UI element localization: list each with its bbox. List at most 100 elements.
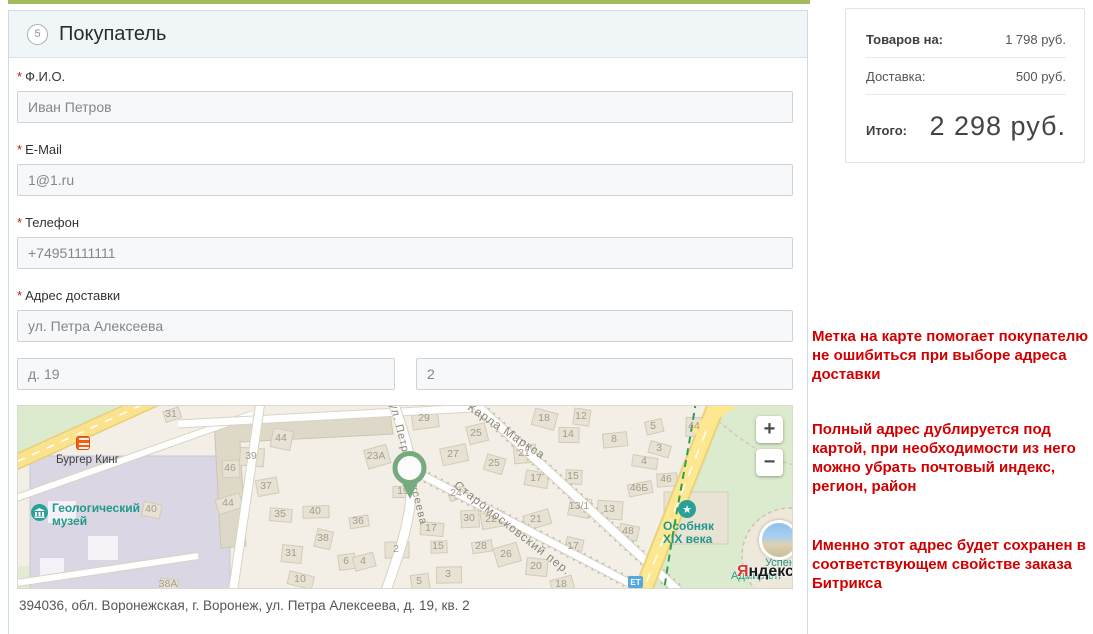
step-number-icon: 5: [27, 24, 48, 45]
map-pin-icon[interactable]: [390, 449, 430, 501]
address-label-text: Адрес доставки: [25, 288, 120, 303]
house-number: 17: [530, 472, 542, 484]
summary-total-label: Итого:: [866, 123, 907, 138]
section-header: 5 Покупатель: [9, 11, 807, 58]
summary-total-value: 2 298 руб.: [929, 111, 1066, 142]
poi-burger-king: Бургер Кинг: [56, 454, 119, 467]
mansion-star-icon: ★: [678, 500, 696, 518]
summary-total-row: Итого: 2 298 руб.: [866, 111, 1066, 142]
house-number: 13/1: [569, 500, 589, 512]
order-summary: Товаров на: 1 798 руб. Доставка: 500 руб…: [845, 8, 1085, 163]
email-label-text: E-Mail: [25, 142, 62, 157]
poi-mansion: Особняк XIX века: [663, 520, 714, 546]
house-number: 44: [222, 497, 234, 509]
email-input[interactable]: [17, 164, 793, 196]
house-number: 36: [352, 515, 364, 527]
summary-delivery-value: 500 руб.: [1016, 69, 1066, 84]
house-number: 44: [688, 420, 700, 432]
address-apartment-input[interactable]: [416, 358, 793, 390]
house-number: 2: [393, 543, 399, 555]
phone-label-text: Телефон: [25, 215, 79, 230]
house-number: 3: [656, 442, 662, 454]
summary-row-delivery: Доставка: 500 руб.: [866, 58, 1066, 95]
required-mark: *: [17, 288, 22, 303]
map-zoom-in-button[interactable]: +: [756, 416, 783, 443]
house-number: 18: [538, 412, 550, 424]
house-number: 37: [260, 480, 272, 492]
phone-label: *Телефон: [17, 215, 793, 230]
house-number: 5: [650, 420, 656, 432]
address-house-input[interactable]: [17, 358, 395, 390]
house-number: 38: [317, 532, 329, 544]
museum-icon: [31, 504, 48, 521]
house-number: 35: [274, 508, 286, 520]
house-number: 13: [603, 503, 615, 515]
yandex-logo-rest: ндекс: [749, 563, 794, 580]
annotation-map-marker: Метка на карте помогает покупателю не ош…: [812, 327, 1089, 384]
house-number: 18: [555, 578, 567, 589]
required-mark: *: [17, 69, 22, 84]
previous-section-bar: [8, 0, 810, 4]
house-number: 15: [432, 540, 444, 552]
house-number: 31: [165, 408, 177, 420]
required-mark: *: [17, 215, 22, 230]
address-label: *Адрес доставки: [17, 288, 793, 303]
page-title: Покупатель: [59, 23, 166, 46]
house-number: 10: [294, 573, 306, 585]
house-number: 20: [530, 560, 542, 572]
house-number: 31: [285, 547, 297, 559]
burger-king-icon: [76, 436, 90, 450]
required-mark: *: [17, 142, 22, 157]
buyer-section: 5 Покупатель *Ф.И.О. *E-Mail *Телефон *А…: [8, 10, 808, 634]
house-number: 26: [500, 548, 512, 560]
annotation-full-address: Полный адрес дублируется под картой, при…: [812, 420, 1089, 496]
house-number: 23А: [367, 450, 386, 462]
house-number: 17: [425, 522, 437, 534]
street-label-staromoskovsky: Старомосковский пер.: [451, 478, 573, 578]
summary-items-label: Товаров на:: [866, 32, 943, 47]
house-number: 25: [488, 457, 500, 469]
house-number: 38А: [159, 578, 178, 589]
house-number: 39: [245, 450, 257, 462]
house-number: 40: [309, 505, 321, 517]
yandex-logo[interactable]: Яндекс: [737, 563, 793, 581]
map-zoom-out-button[interactable]: −: [756, 449, 783, 476]
house-number: 40: [145, 503, 157, 515]
email-label: *E-Mail: [17, 142, 793, 157]
house-number: 46: [224, 462, 236, 474]
house-number: 29: [418, 412, 430, 424]
house-number: 28: [475, 540, 487, 552]
yandex-logo-letter: Я: [737, 563, 749, 580]
house-number: 21: [530, 513, 542, 525]
summary-items-value: 1 798 руб.: [1005, 32, 1066, 47]
name-label: *Ф.И.О.: [17, 69, 793, 84]
house-number: 4: [360, 555, 366, 567]
delivery-map[interactable]: ул. Петра Алексеева Карла Маркса Старомо…: [17, 405, 793, 589]
address-details-row: [17, 358, 793, 390]
house-number: 22: [485, 513, 497, 525]
poi-geology-museum: Геологический музей: [52, 502, 140, 528]
house-number: 24: [450, 487, 462, 499]
house-number: 14: [562, 428, 574, 440]
buyer-form: *Ф.И.О. *E-Mail *Телефон *Адрес доставки: [9, 58, 807, 613]
name-input[interactable]: [17, 91, 793, 123]
address-street-input[interactable]: [17, 310, 793, 342]
house-number: 44: [275, 432, 287, 444]
house-number: 21: [518, 447, 530, 459]
house-number: 4: [641, 455, 647, 467]
summary-delivery-label: Доставка:: [866, 69, 925, 84]
house-number: 30: [463, 512, 475, 524]
house-number: 46: [660, 473, 672, 485]
phone-input[interactable]: [17, 237, 793, 269]
annotation-bitrix-property: Именно этот адрес будет сохранен в соотв…: [812, 536, 1089, 593]
house-number: 8: [611, 433, 617, 445]
house-number: 12: [575, 410, 587, 422]
name-label-text: Ф.И.О.: [25, 69, 65, 84]
house-number: 25: [470, 427, 482, 439]
house-number: 48: [622, 525, 634, 537]
house-number: 5: [416, 575, 422, 587]
yandex-photo-thumbnail[interactable]: [759, 520, 793, 560]
house-number: 15: [567, 470, 579, 482]
transit-stop-icon: ЕТ: [628, 576, 643, 588]
full-address-text: 394036, обл. Воронежская, г. Воронеж, ул…: [17, 589, 793, 613]
